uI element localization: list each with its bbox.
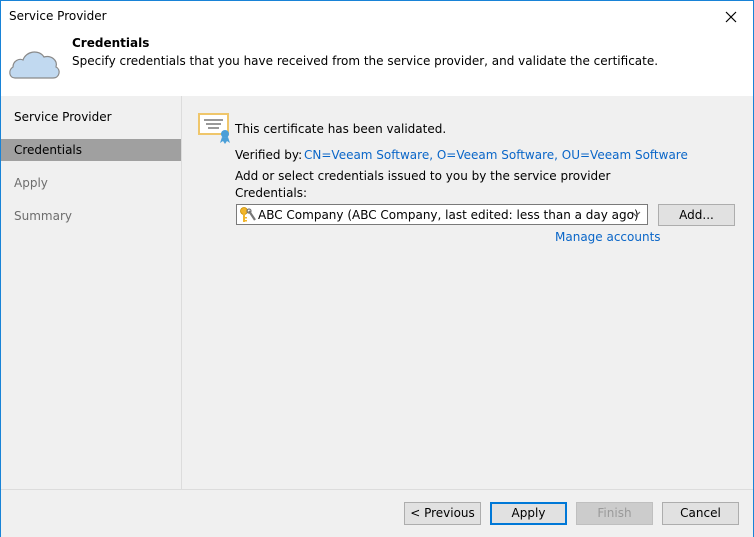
key-icon: [240, 207, 256, 222]
chevron-down-icon: [631, 211, 641, 217]
add-credentials-button[interactable]: Add...: [658, 204, 735, 226]
wizard-window: Service Provider Credentials Specify cre…: [0, 0, 754, 537]
cloud-icon: [9, 51, 60, 79]
step-apply: Apply: [14, 176, 48, 190]
manage-accounts-link[interactable]: Manage accounts: [555, 230, 661, 244]
close-icon: [725, 11, 737, 22]
finish-button: Finish: [576, 502, 653, 525]
wizard-footer: < Previous Apply Finish Cancel: [1, 489, 753, 537]
verified-by-value[interactable]: CN=Veeam Software, O=Veeam Software, OU=…: [304, 148, 688, 162]
step-credentials[interactable]: Credentials: [1, 139, 181, 161]
apply-button[interactable]: Apply: [490, 502, 567, 525]
certificate-status: This certificate has been validated.: [235, 122, 447, 136]
cancel-button[interactable]: Cancel: [662, 502, 739, 525]
title-bar: Service Provider: [1, 1, 753, 32]
header-description: Specify credentials that you have receiv…: [72, 54, 659, 68]
wizard-steps: Service Provider Credentials Apply Summa…: [1, 96, 182, 489]
step-service-provider[interactable]: Service Provider: [1, 106, 181, 128]
close-button[interactable]: [709, 1, 753, 32]
header-title: Credentials: [72, 36, 150, 50]
instruction-text: Add or select credentials issued to you …: [235, 169, 611, 183]
verified-by-label: Verified by:: [235, 148, 303, 162]
previous-button[interactable]: < Previous: [404, 502, 481, 525]
credentials-label: Credentials:: [235, 186, 308, 200]
credentials-value: ABC Company (ABC Company, last edited: l…: [258, 208, 639, 222]
certificate-icon: [198, 113, 230, 144]
credentials-dropdown[interactable]: ABC Company (ABC Company, last edited: l…: [236, 204, 648, 225]
wizard-content: This certificate has been validated. Ver…: [182, 96, 753, 489]
window-title: Service Provider: [9, 9, 107, 23]
wizard-header: Credentials Specify credentials that you…: [1, 32, 753, 96]
step-summary: Summary: [14, 209, 72, 223]
